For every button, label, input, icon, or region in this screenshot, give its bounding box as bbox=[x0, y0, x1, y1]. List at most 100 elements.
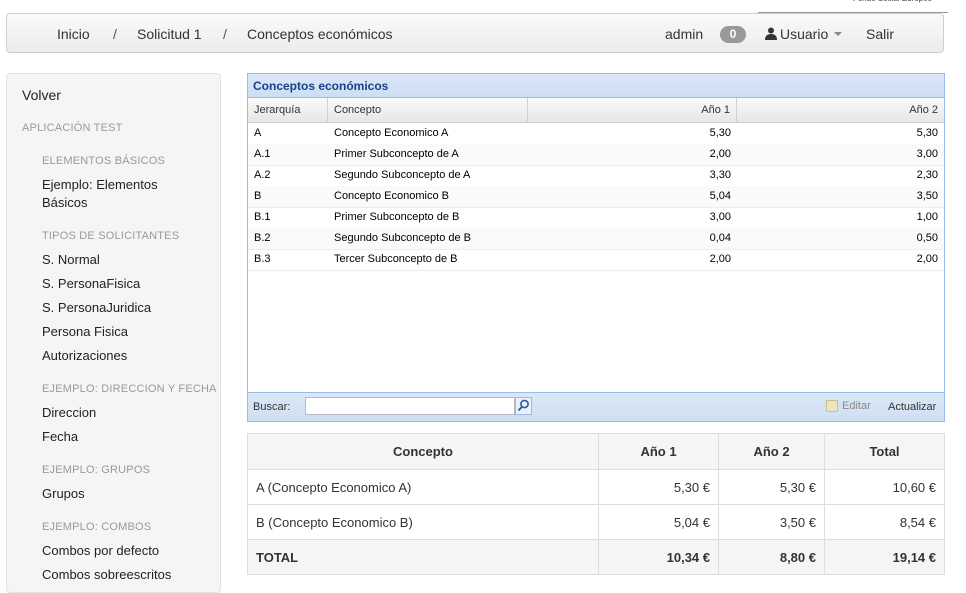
column-header-ano1[interactable]: Año 1 bbox=[528, 98, 737, 122]
grid-cell-concepto: Concepto Economico B bbox=[334, 190, 449, 202]
grid-cell-ano2: 3,00 bbox=[916, 148, 938, 160]
grid-cell-ano2: 5,30 bbox=[916, 127, 938, 139]
admin-link[interactable]: admin bbox=[665, 26, 703, 42]
column-header-jerarquia[interactable]: Jerarquía bbox=[248, 98, 328, 122]
grid-title: Conceptos económicos bbox=[248, 74, 944, 98]
grid-cell-jerarquia: B.3 bbox=[254, 253, 271, 265]
totals-cell-ano1: 5,04 € bbox=[598, 504, 719, 540]
breadcrumb-current: Conceptos económicos bbox=[247, 26, 393, 42]
grid-cell-ano1: 0,04 bbox=[709, 232, 731, 244]
edit-icon bbox=[826, 400, 838, 412]
sidebar-item-grupos[interactable]: Grupos bbox=[42, 485, 85, 503]
totals-total-ano2: 8,80 € bbox=[718, 539, 825, 575]
grid-cell-ano2: 2,30 bbox=[916, 169, 938, 181]
totals-cell-ano2: 3,50 € bbox=[718, 504, 825, 540]
sidebar-item-s-normal[interactable]: S. Normal bbox=[42, 251, 100, 269]
top-navbar: Inicio / Solicitud 1 / Conceptos económi… bbox=[6, 13, 944, 53]
refresh-button[interactable]: Actualizar bbox=[888, 401, 936, 413]
edit-button[interactable]: Editar bbox=[826, 400, 871, 412]
section-header: EJEMPLO: DIRECCION Y FECHA bbox=[42, 383, 217, 395]
table-row: B (Concepto Economico B) 5,04 € 3,50 € 8… bbox=[247, 504, 945, 540]
search-icon bbox=[517, 399, 529, 412]
totals-header-total: Total bbox=[824, 433, 945, 470]
grid-cell-ano1: 3,00 bbox=[709, 211, 731, 223]
grid-cell-concepto: Tercer Subconcepto de B bbox=[334, 253, 458, 265]
table-row[interactable]: B Concepto Economico B 5,04 3,50 bbox=[248, 186, 944, 208]
search-label: Buscar: bbox=[253, 401, 291, 413]
totals-cell-ano2: 5,30 € bbox=[718, 469, 825, 505]
totals-header-ano2: Año 2 bbox=[718, 433, 825, 470]
totals-total-ano1: 10,34 € bbox=[598, 539, 719, 575]
app-header: APLICACIÓN TEST bbox=[22, 122, 123, 134]
grid-cell-ano1: 5,30 bbox=[709, 127, 731, 139]
breadcrumb-separator: / bbox=[223, 26, 227, 42]
totals-cell-total: 10,60 € bbox=[824, 469, 945, 505]
grid-cell-ano2: 1,00 bbox=[916, 211, 938, 223]
table-row: A (Concepto Economico A) 5,30 € 5,30 € 1… bbox=[247, 469, 945, 505]
grid-cell-ano1: 2,00 bbox=[709, 148, 731, 160]
grid-toolbar: Buscar: Editar Actualizar bbox=[248, 392, 944, 421]
totals-cell-concepto: A (Concepto Economico A) bbox=[247, 469, 599, 505]
grid-cell-concepto: Segundo Subconcepto de B bbox=[334, 232, 472, 244]
column-header-ano2[interactable]: Año 2 bbox=[737, 98, 944, 122]
sidebar-item-combos-sobreescritos[interactable]: Combos sobreescritos bbox=[42, 566, 171, 584]
grid-cell-jerarquia: B.2 bbox=[254, 232, 271, 244]
totals-total-label: TOTAL bbox=[247, 539, 599, 575]
grid-cell-concepto: Primer Subconcepto de A bbox=[334, 148, 459, 160]
grid-cell-ano1: 5,04 bbox=[709, 190, 731, 202]
grid-cell-concepto: Primer Subconcepto de B bbox=[334, 211, 460, 223]
search-input[interactable] bbox=[305, 397, 515, 415]
grid-cell-ano2: 2,00 bbox=[916, 253, 938, 265]
table-row[interactable]: B.3 Tercer Subconcepto de B 2,00 2,00 bbox=[248, 249, 944, 271]
section-header: ELEMENTOS BÁSICOS bbox=[42, 155, 166, 167]
user-menu-label: Usuario bbox=[780, 26, 829, 42]
breadcrumb-solicitud[interactable]: Solicitud 1 bbox=[137, 26, 202, 42]
grid-cell-jerarquia: A bbox=[254, 127, 262, 139]
table-row[interactable]: B.2 Segundo Subconcepto de B 0,04 0,50 bbox=[248, 228, 944, 250]
section-header: EJEMPLO: COMBOS bbox=[42, 521, 152, 533]
column-header-concepto[interactable]: Concepto bbox=[328, 98, 528, 122]
notification-badge[interactable]: 0 bbox=[720, 26, 746, 43]
totals-cell-concepto: B (Concepto Economico B) bbox=[247, 504, 599, 540]
edit-label: Editar bbox=[842, 400, 871, 412]
breadcrumb-separator: / bbox=[113, 26, 117, 42]
grid-cell-jerarquia: B bbox=[254, 190, 262, 202]
sidebar-item-s-personajuridica[interactable]: S. PersonaJuridica bbox=[42, 299, 151, 317]
grid-cell-concepto: Segundo Subconcepto de A bbox=[334, 169, 471, 181]
sidebar-item-fecha[interactable]: Fecha bbox=[42, 428, 78, 446]
logo-text: Fondo Social Europeo bbox=[853, 0, 932, 3]
chevron-down-icon bbox=[834, 32, 843, 36]
sidebar-item-elementos-basicos[interactable]: Ejemplo: Elementos Básicos bbox=[42, 176, 202, 212]
table-row[interactable]: A.1 Primer Subconcepto de A 2,00 3,00 bbox=[248, 144, 944, 166]
grid-cell-jerarquia: A.2 bbox=[254, 169, 271, 181]
back-link[interactable]: Volver bbox=[22, 86, 61, 104]
sidebar: Volver APLICACIÓN TEST ELEMENTOS BÁSICOS… bbox=[6, 73, 221, 593]
grid-cell-ano2: 3,50 bbox=[916, 190, 938, 202]
table-row[interactable]: B.1 Primer Subconcepto de B 3,00 1,00 bbox=[248, 207, 944, 229]
sidebar-item-autorizaciones[interactable]: Autorizaciones bbox=[42, 347, 127, 365]
grid-header: Jerarquía Concepto Año 1 Año 2 bbox=[248, 98, 944, 123]
table-row[interactable]: A Concepto Economico A 5,30 5,30 bbox=[248, 123, 944, 145]
totals-total-sum: 19,14 € bbox=[824, 539, 945, 575]
grid-cell-ano1: 3,30 bbox=[709, 169, 731, 181]
breadcrumb-inicio[interactable]: Inicio bbox=[57, 26, 90, 42]
totals-header-concepto: Concepto bbox=[247, 433, 599, 470]
totals-cell-total: 8,54 € bbox=[824, 504, 945, 540]
conceptos-grid: Conceptos económicos Jerarquía Concepto … bbox=[247, 73, 945, 422]
sidebar-item-s-personafisica[interactable]: S. PersonaFisica bbox=[42, 275, 140, 293]
user-menu[interactable]: Usuario bbox=[765, 26, 843, 43]
table-row[interactable]: A.2 Segundo Subconcepto de A 3,30 2,30 bbox=[248, 165, 944, 187]
section-header: TIPOS DE SOLICITANTES bbox=[42, 230, 180, 242]
search-button[interactable] bbox=[515, 397, 532, 415]
sidebar-item-combos-defecto[interactable]: Combos por defecto bbox=[42, 542, 159, 560]
grid-cell-jerarquia: A.1 bbox=[254, 148, 271, 160]
grid-cell-concepto: Concepto Economico A bbox=[334, 127, 449, 139]
section-header: EJEMPLO: GRUPOS bbox=[42, 464, 151, 476]
totals-header-row: Concepto Año 1 Año 2 Total bbox=[247, 433, 945, 470]
logout-link[interactable]: Salir bbox=[866, 26, 894, 42]
sidebar-item-direccion[interactable]: Direccion bbox=[42, 404, 96, 422]
grid-cell-ano2: 0,50 bbox=[916, 232, 938, 244]
top-logo-strip: Fondo Social Europeo bbox=[758, 0, 948, 13]
sidebar-item-persona-fisica[interactable]: Persona Fisica bbox=[42, 323, 128, 341]
user-icon bbox=[765, 27, 777, 43]
